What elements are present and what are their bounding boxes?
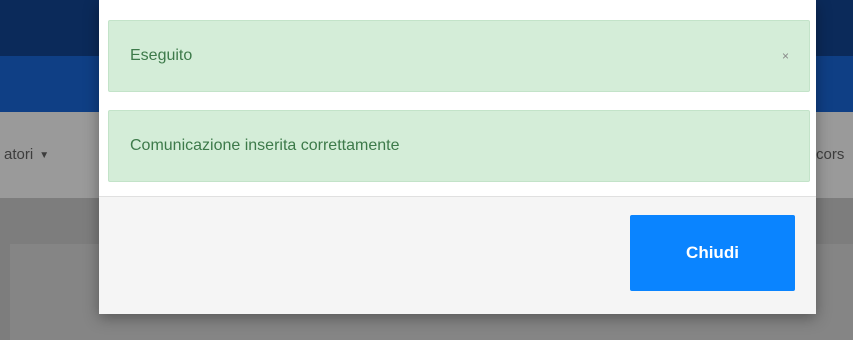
modal-footer-divider	[99, 196, 816, 197]
result-modal: Eseguito × Comunicazione inserita corret…	[99, 0, 816, 314]
caret-down-icon: ▼	[39, 149, 50, 161]
modal-body: Eseguito × Comunicazione inserita corret…	[99, 0, 816, 196]
nav-menu-item-left-label: atori	[4, 146, 34, 163]
close-icon[interactable]: ×	[782, 49, 789, 63]
success-alert-title: Eseguito ×	[108, 20, 810, 92]
nav-menu-item-left[interactable]: atori ▼	[4, 146, 49, 163]
alert-message-text: Comunicazione inserita correttamente	[130, 137, 400, 154]
success-alert-message: Comunicazione inserita correttamente	[108, 110, 810, 182]
nav-menu-item-right[interactable]: cors	[816, 146, 844, 163]
alert-title-text: Eseguito	[130, 47, 193, 64]
close-button[interactable]: Chiudi	[630, 215, 795, 291]
nav-menu-item-right-label: cors	[816, 146, 845, 163]
